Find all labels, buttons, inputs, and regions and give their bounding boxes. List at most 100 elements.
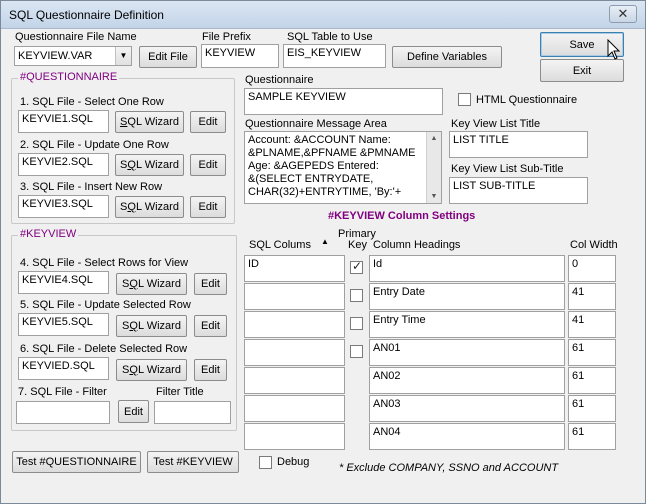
primary-key-checkbox[interactable] xyxy=(350,317,363,330)
mouse-cursor-icon xyxy=(607,39,621,60)
exclude-note: * Exclude COMPANY, SSNO and ACCOUNT xyxy=(339,462,559,474)
title-bar: SQL Questionnaire Definition ✕ xyxy=(1,1,645,29)
column-heading-input[interactable]: AN02 xyxy=(369,367,565,394)
edit-sql-2-button[interactable]: Edit xyxy=(190,154,226,176)
sql-file-1-input[interactable]: KEYVIE1.SQL xyxy=(18,110,109,133)
list-subtitle-label: Key View List Sub-Title xyxy=(451,163,564,175)
sql-file-2-label: 2. SQL File - Update One Row xyxy=(20,139,169,151)
close-icon: ✕ xyxy=(617,6,629,21)
column-width-input[interactable]: 41 xyxy=(568,283,616,310)
list-title-label: Key View List Title xyxy=(451,118,541,130)
message-line: Age: &AGEPEDS Entered: xyxy=(248,160,379,172)
edit-sql-4-button[interactable]: Edit xyxy=(194,273,227,295)
test-questionnaire-button[interactable]: Test #QUESTIONNAIRE xyxy=(12,451,141,473)
chevron-down-icon[interactable]: ▼ xyxy=(115,47,131,65)
sql-wizard-2-button[interactable]: SQL Wizard xyxy=(115,154,184,176)
sql-file-7-label: 7. SQL File - Filter xyxy=(18,386,107,398)
list-title-input[interactable]: LIST TITLE xyxy=(449,131,588,158)
edit-file-button[interactable]: Edit File xyxy=(139,46,197,68)
filter-title-input[interactable] xyxy=(154,401,231,424)
column-width-input[interactable]: 0 xyxy=(568,255,616,282)
close-button[interactable]: ✕ xyxy=(609,5,637,23)
column-width-input[interactable]: 61 xyxy=(568,423,616,450)
column-heading-input[interactable]: Id xyxy=(369,255,565,282)
dialog-window: SQL Questionnaire Definition ✕ Questionn… xyxy=(0,0,646,504)
column-heading-input[interactable]: AN04 xyxy=(369,423,565,450)
sql-file-5-label: 5. SQL File - Update Selected Row xyxy=(20,299,191,311)
questionnaire-group-title: #QUESTIONNAIRE xyxy=(18,71,120,83)
edit-sql-3-button[interactable]: Edit xyxy=(190,196,226,218)
scroll-down-icon[interactable]: ▼ xyxy=(427,190,441,203)
sql-file-1-label: 1. SQL File - Select One Row xyxy=(20,96,164,108)
questionnaire-file-label: Questionnaire File Name xyxy=(15,31,137,43)
exit-button[interactable]: Exit xyxy=(540,59,624,82)
column-width-input[interactable]: 61 xyxy=(568,339,616,366)
filter-title-label: Filter Title xyxy=(156,386,204,398)
primary-key-checkbox[interactable] xyxy=(350,259,363,274)
debug-label: Debug xyxy=(277,456,310,468)
questionnaire-file-select[interactable]: KEYVIEW.VAR ▼ xyxy=(14,46,132,66)
file-prefix-input[interactable]: KEYVIEW xyxy=(201,44,279,68)
sql-wizard-1-button[interactable]: S QL Wizard xyxy=(115,111,184,133)
column-width-input[interactable]: 61 xyxy=(568,395,616,422)
window-title: SQL Questionnaire Definition xyxy=(9,8,164,22)
sql-table-label: SQL Table to Use xyxy=(287,31,373,43)
edit-filter-button[interactable]: Edit xyxy=(118,400,149,423)
questionnaire-input[interactable]: SAMPLE KEYVIEW xyxy=(244,88,443,115)
define-variables-button[interactable]: Define Variables xyxy=(392,46,502,68)
sql-file-3-input[interactable]: KEYVIE3.SQL xyxy=(18,195,109,218)
sql-file-5-input[interactable]: KEYVIE5.SQL xyxy=(18,313,109,336)
message-scrollbar[interactable]: ▲ ▼ xyxy=(426,132,441,203)
sql-column-input[interactable] xyxy=(244,395,345,422)
col-width-header: Col Width xyxy=(570,239,618,251)
sql-column-input[interactable] xyxy=(244,311,345,338)
sql-column-input[interactable]: ID xyxy=(244,255,345,282)
column-heading-input[interactable]: Entry Time xyxy=(369,311,565,338)
message-line: &(SELECT ENTRYDATE, xyxy=(248,173,374,185)
test-keyview-button[interactable]: Test #KEYVIEW xyxy=(147,451,239,473)
sql-file-4-input[interactable]: KEYVIE4.SQL xyxy=(18,271,109,294)
questionnaire-file-value: KEYVIEW.VAR xyxy=(18,50,93,62)
sql-wizard-3-button[interactable]: SQL Wizard xyxy=(115,196,184,218)
message-line: &PLNAME,&PFNAME &PMNAME xyxy=(248,147,416,159)
sql-file-2-input[interactable]: KEYVIE2.SQL xyxy=(18,153,109,176)
column-width-input[interactable]: 61 xyxy=(568,367,616,394)
message-area-textarea[interactable]: Account: &ACCOUNT Name: &PLNAME,&PFNAME … xyxy=(244,131,442,204)
keyview-group-title: #KEYVIEW xyxy=(18,228,79,240)
html-questionnaire-checkbox[interactable] xyxy=(458,93,471,106)
scroll-up-icon[interactable]: ▲ xyxy=(427,132,441,145)
sql-file-4-label: 4. SQL File - Select Rows for View xyxy=(20,257,189,269)
edit-sql-1-button[interactable]: Edit xyxy=(190,111,226,133)
column-settings-title: #KEYVIEW Column Settings xyxy=(328,210,476,222)
column-heading-input[interactable]: AN01 xyxy=(369,339,565,366)
sql-wizard-5-button[interactable]: SQL Wizard xyxy=(116,315,187,337)
sql-wizard-4-button[interactable]: SQL Wizard xyxy=(116,273,187,295)
sql-table-input[interactable]: EIS_KEYVIEW xyxy=(283,44,386,68)
column-heading-input[interactable]: AN03 xyxy=(369,395,565,422)
sort-asc-icon: ▲ xyxy=(321,237,329,246)
filter-sql-input[interactable] xyxy=(16,401,110,424)
column-heading-input[interactable]: Entry Date xyxy=(369,283,565,310)
sql-column-input[interactable] xyxy=(244,283,345,310)
col-sql-header: SQL Colums xyxy=(249,239,311,251)
message-line: CHAR(32)+ENTRYTIME, 'By:'+ xyxy=(248,186,402,198)
col-headings-header: Column Headings xyxy=(373,239,461,251)
sql-file-6-input[interactable]: KEYVIED.SQL xyxy=(18,357,109,380)
sql-file-3-label: 3. SQL File - Insert New Row xyxy=(20,181,163,193)
col-key-header: Key xyxy=(348,239,367,251)
edit-sql-5-button[interactable]: Edit xyxy=(194,315,227,337)
questionnaire-label: Questionnaire xyxy=(245,74,314,86)
edit-sql-6-button[interactable]: Edit xyxy=(194,359,227,381)
primary-key-checkbox[interactable] xyxy=(350,345,363,358)
list-subtitle-input[interactable]: LIST SUB-TITLE xyxy=(449,177,588,204)
debug-checkbox[interactable] xyxy=(259,456,272,469)
file-prefix-label: File Prefix xyxy=(202,31,251,43)
sql-column-input[interactable] xyxy=(244,339,345,366)
html-questionnaire-label: HTML Questionnaire xyxy=(476,94,578,106)
message-area-label: Questionnaire Message Area xyxy=(245,118,387,130)
sql-wizard-6-button[interactable]: SQL Wizard xyxy=(116,359,187,381)
sql-column-input[interactable] xyxy=(244,367,345,394)
primary-key-checkbox[interactable] xyxy=(350,289,363,302)
column-width-input[interactable]: 41 xyxy=(568,311,616,338)
sql-column-input[interactable] xyxy=(244,423,345,450)
